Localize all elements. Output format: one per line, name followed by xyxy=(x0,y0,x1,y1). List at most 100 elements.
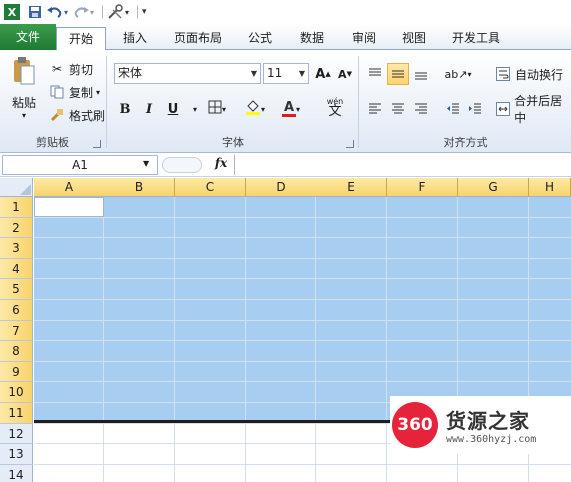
row-header[interactable]: 11 xyxy=(0,403,33,424)
column-header[interactable]: B xyxy=(104,178,175,197)
phonetic-guide-button[interactable]: wén 文 xyxy=(320,96,350,118)
quick-access-toolbar: X ▾ ▾ ▾ ▾ xyxy=(0,0,571,24)
wrap-text-button[interactable]: 自动换行 xyxy=(494,63,563,85)
column-header[interactable]: D xyxy=(246,178,317,197)
tab-page-layout[interactable]: 页面布局 xyxy=(166,27,230,50)
column-header[interactable]: F xyxy=(387,178,458,197)
borders-button[interactable]: ▾ xyxy=(206,98,228,120)
column-header[interactable]: E xyxy=(316,178,387,197)
align-bottom-button[interactable] xyxy=(410,63,432,85)
tab-home[interactable]: 开始 xyxy=(56,27,106,51)
row-header[interactable]: 6 xyxy=(0,300,33,321)
tab-insert[interactable]: 插入 xyxy=(112,27,158,50)
row-header[interactable]: 14 xyxy=(0,464,33,482)
ribbon-tabs: 文件 开始 插入 页面布局 公式 数据 审阅 视图 开发工具 xyxy=(0,24,571,51)
row-header[interactable]: 10 xyxy=(0,382,33,403)
row-header[interactable]: 13 xyxy=(0,444,33,465)
tab-file[interactable]: 文件 xyxy=(0,24,56,50)
decrease-indent-button[interactable] xyxy=(442,98,464,120)
formula-bar: A1 ▼ fx xyxy=(0,153,571,177)
tab-developer[interactable]: 开发工具 xyxy=(444,27,508,50)
row-header[interactable]: 3 xyxy=(0,238,33,259)
group-separator xyxy=(358,56,359,148)
align-left-button[interactable] xyxy=(364,98,386,120)
tools-icon[interactable]: ▾ xyxy=(107,2,129,22)
selected-range[interactable] xyxy=(34,197,571,423)
row-header[interactable]: 8 xyxy=(0,341,33,362)
align-left-icon xyxy=(369,103,381,114)
font-name-select[interactable]: 宋体 ▼ xyxy=(114,63,261,84)
shrink-font-button[interactable]: A ▼ xyxy=(334,63,356,85)
font-size-select[interactable]: 11 ▼ xyxy=(263,63,309,84)
column-header[interactable]: A xyxy=(34,178,105,197)
row-gridline xyxy=(34,360,571,362)
alignment-group-label: 对齐方式 xyxy=(443,136,488,149)
tab-view[interactable]: 视图 xyxy=(394,27,434,50)
cut-button[interactable]: ✂ 剪切 xyxy=(48,58,93,80)
grow-font-button[interactable]: A ▲ xyxy=(312,63,334,85)
insert-function-icon[interactable]: fx xyxy=(210,156,232,174)
decrease-indent-icon xyxy=(447,103,459,114)
watermark-logo: 360 xyxy=(392,402,438,448)
align-right-button[interactable] xyxy=(410,98,432,120)
undo-icon[interactable]: ▾ xyxy=(46,2,68,22)
row-header[interactable]: 4 xyxy=(0,258,33,280)
formula-bar-splitter[interactable] xyxy=(162,157,202,173)
clipboard-group: 粘贴 ▾ ✂ 剪切 复制 ▾ 格式刷 剪贴板 xyxy=(0,50,105,153)
ribbon: 粘贴 ▾ ✂ 剪切 复制 ▾ 格式刷 剪贴板 宋体 ▼ 11 ▼ A ▲ A ▼ B I xyxy=(0,50,571,153)
row-header[interactable]: 1 xyxy=(0,197,33,218)
align-right-icon xyxy=(415,103,427,114)
watermark-title: 货源之家 xyxy=(446,409,530,433)
format-painter-button[interactable]: 格式刷 xyxy=(48,104,105,126)
active-cell-a1[interactable] xyxy=(34,197,104,217)
row-header[interactable]: 7 xyxy=(0,320,33,342)
tab-formulas[interactable]: 公式 xyxy=(238,27,282,50)
clipboard-launcher[interactable] xyxy=(93,140,101,148)
orientation-button[interactable]: ab↗ ▾ xyxy=(444,63,472,85)
tab-review[interactable]: 审阅 xyxy=(342,27,386,50)
fill-bucket-icon xyxy=(245,98,261,120)
underline-button[interactable]: U xyxy=(162,98,184,120)
font-launcher[interactable] xyxy=(346,140,354,148)
tab-data[interactable]: 数据 xyxy=(290,27,334,50)
row-gridline xyxy=(34,463,571,465)
column-header[interactable]: H xyxy=(529,178,571,197)
column-header[interactable]: C xyxy=(175,178,246,197)
customize-qat-icon[interactable]: ▾ xyxy=(142,2,147,22)
redo-icon[interactable]: ▾ xyxy=(72,2,94,22)
fill-color-button[interactable]: ▾ xyxy=(244,98,266,120)
row-gridline xyxy=(34,237,571,239)
row-header[interactable]: 5 xyxy=(0,279,33,300)
paste-button[interactable]: 粘贴 ▾ xyxy=(6,56,42,128)
row-gridline xyxy=(34,216,571,218)
align-center-button[interactable] xyxy=(387,98,409,120)
merge-center-button[interactable]: 合并后居中 xyxy=(494,94,571,125)
qat-separator xyxy=(102,5,104,19)
align-middle-icon xyxy=(392,70,404,78)
select-all-corner[interactable] xyxy=(0,178,33,197)
save-icon[interactable] xyxy=(28,2,42,22)
underline-dropdown-icon[interactable]: ▾ xyxy=(184,98,206,120)
watermark-url: www.360hyzj.com xyxy=(446,434,537,445)
align-top-button[interactable] xyxy=(364,63,386,85)
column-header[interactable]: G xyxy=(458,178,529,197)
increase-indent-button[interactable] xyxy=(464,98,486,120)
formula-input[interactable] xyxy=(234,155,571,175)
font-group: 宋体 ▼ 11 ▼ A ▲ A ▼ B I U ▾ ▾ ▾ A ▾ wén 文 … xyxy=(108,50,358,153)
qat-separator xyxy=(137,5,139,19)
align-middle-button[interactable] xyxy=(387,63,409,85)
paste-icon xyxy=(13,56,35,86)
excel-logo-icon[interactable]: X xyxy=(4,4,20,20)
row-header[interactable]: 9 xyxy=(0,361,33,383)
brush-icon xyxy=(48,106,66,124)
row-header[interactable]: 2 xyxy=(0,217,33,239)
bold-button[interactable]: B xyxy=(114,98,136,120)
row-header[interactable]: 12 xyxy=(0,423,33,445)
font-group-label: 字体 xyxy=(222,136,244,149)
copy-button[interactable]: 复制 ▾ xyxy=(48,81,100,103)
italic-button[interactable]: I xyxy=(138,98,160,120)
font-color-button[interactable]: A ▾ xyxy=(280,98,302,120)
name-box[interactable]: A1 xyxy=(2,155,158,175)
borders-icon xyxy=(208,100,222,118)
name-box-dropdown-icon[interactable]: ▼ xyxy=(143,159,149,168)
